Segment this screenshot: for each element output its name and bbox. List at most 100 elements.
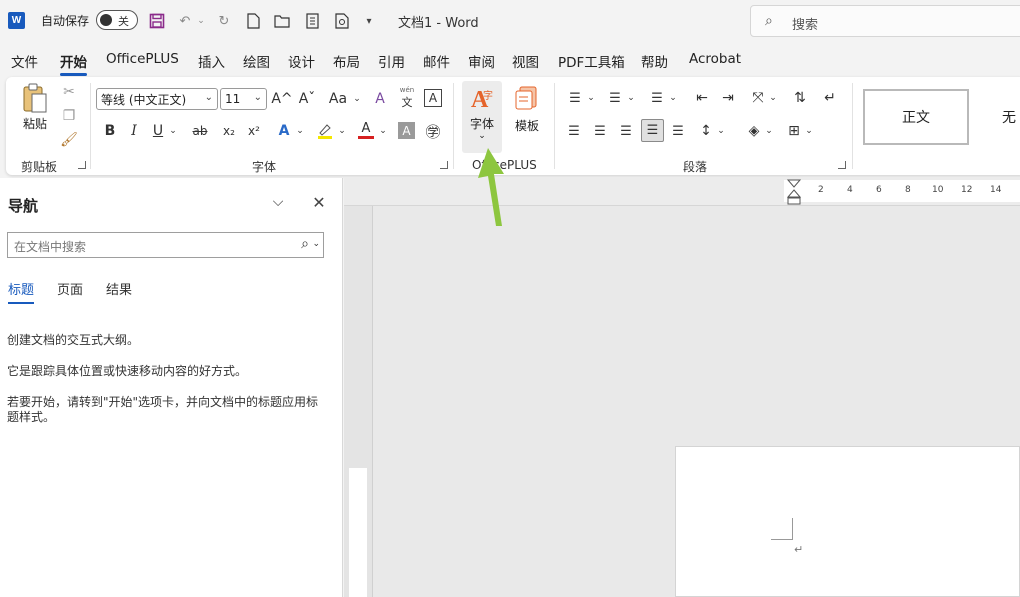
clear-formatting-icon[interactable]: A <box>370 89 390 109</box>
chevron-down-icon[interactable]: ⌄ <box>352 89 362 109</box>
search-icon[interactable]: ⌕ <box>301 236 309 252</box>
strikethrough-button[interactable]: ab <box>190 121 210 141</box>
cut-icon[interactable]: ✂ <box>60 83 78 101</box>
tab-design[interactable]: 设计 <box>288 51 315 71</box>
chevron-down-icon[interactable]: ⌄ <box>312 239 320 249</box>
chevron-down-icon[interactable]: ⌄ <box>768 88 778 108</box>
chevron-down-icon[interactable]: ⌄ <box>764 121 774 141</box>
borders-icon[interactable]: ⊞ <box>784 121 804 141</box>
format-painter-icon[interactable]: 🖌 <box>60 131 78 149</box>
ruler-tick: 2 <box>818 185 824 195</box>
clipboard-launcher-icon[interactable] <box>78 161 86 169</box>
align-right-icon[interactable]: ☰ <box>616 121 636 141</box>
tab-references[interactable]: 引用 <box>378 51 405 71</box>
shrink-font-icon[interactable]: Aˇ <box>297 89 317 109</box>
increase-indent-icon[interactable]: ⇥ <box>718 88 738 108</box>
indent-marker-icon[interactable] <box>787 179 801 205</box>
show-marks-icon[interactable]: ↵ <box>820 88 840 108</box>
chevron-down-icon[interactable]: ⌄ <box>378 121 388 141</box>
chevron-down-icon[interactable]: ⌄ <box>626 88 636 108</box>
close-icon[interactable]: ✕ <box>309 192 329 212</box>
text-effects-icon[interactable]: A <box>274 121 294 141</box>
highlight-color-icon[interactable] <box>315 121 335 141</box>
horizontal-ruler[interactable]: 2 4 6 8 10 12 14 <box>784 180 1020 202</box>
tab-pdf-tools[interactable]: PDF工具箱 <box>558 51 625 71</box>
open-folder-icon[interactable] <box>272 11 292 31</box>
nav-tab-results[interactable]: 结果 <box>106 279 132 298</box>
tab-help[interactable]: 帮助 <box>641 51 668 71</box>
tab-view[interactable]: 视图 <box>512 51 539 71</box>
decrease-indent-icon[interactable]: ⇤ <box>692 88 712 108</box>
chevron-down-icon[interactable]: ⌄ <box>716 121 726 141</box>
paste-button[interactable]: 粘贴 <box>18 83 52 132</box>
align-center-icon[interactable]: ☰ <box>590 121 610 141</box>
character-shading-icon[interactable]: A <box>398 122 415 139</box>
copy-icon[interactable]: ❐ <box>60 107 78 125</box>
font-launcher-icon[interactable] <box>440 161 448 169</box>
vertical-ruler[interactable] <box>344 206 373 597</box>
chinese-layout-icon[interactable]: ⤧ <box>748 88 768 108</box>
chevron-down-icon[interactable]: ⌵ <box>268 192 288 212</box>
bullets-icon[interactable]: ☰ <box>564 88 586 108</box>
paragraph-launcher-icon[interactable] <box>838 161 846 169</box>
document-page[interactable]: ↵ <box>675 446 1020 597</box>
group-separator <box>852 83 853 169</box>
new-document-icon[interactable] <box>244 11 262 31</box>
distributed-icon[interactable]: ☰ <box>668 121 688 141</box>
justify-icon[interactable]: ☰ <box>641 119 664 142</box>
font-name-select[interactable]: 等线 (中文正文) ⌄ <box>96 88 218 110</box>
print-preview-icon[interactable] <box>332 11 352 31</box>
font-color-icon[interactable]: A <box>356 119 376 141</box>
chevron-down-icon[interactable]: ⌄ <box>804 121 814 141</box>
nav-tab-pages[interactable]: 页面 <box>57 279 83 298</box>
tab-layout[interactable]: 布局 <box>333 51 360 71</box>
document-area[interactable]: 2 4 6 8 10 12 14 ↵ <box>344 178 1020 597</box>
group-separator <box>554 83 555 169</box>
sort-icon[interactable]: ⇅ <box>790 88 810 108</box>
underline-button[interactable]: U <box>150 121 166 141</box>
italic-button[interactable]: I <box>126 121 142 141</box>
tab-acrobat[interactable]: Acrobat <box>689 51 741 67</box>
shading-icon[interactable]: ◈ <box>744 121 764 141</box>
chevron-down-icon[interactable]: ⌄ <box>168 121 178 141</box>
nav-tab-headings[interactable]: 标题 <box>8 279 35 304</box>
font-size-select[interactable]: 11 ⌄ <box>220 88 267 110</box>
chevron-down-icon[interactable]: ⌄ <box>295 121 305 141</box>
style-normal[interactable]: 正文 <box>863 89 969 145</box>
style-no-spacing[interactable]: 无 <box>974 89 1020 145</box>
phonetic-guide-icon[interactable]: wén 文 <box>397 86 417 110</box>
chevron-down-icon[interactable]: ⌄ <box>668 88 678 108</box>
autosave-toggle[interactable]: 关 <box>96 10 138 30</box>
officeplus-template-button[interactable]: 模板 <box>508 85 546 134</box>
margin-corner-mark <box>771 518 793 540</box>
tab-insert[interactable]: 插入 <box>198 51 225 71</box>
tab-review[interactable]: 审阅 <box>468 51 495 71</box>
grow-font-icon[interactable]: A^ <box>271 89 292 109</box>
tab-file[interactable]: 文件 <box>11 51 38 71</box>
search-box[interactable]: ⌕ 搜索 <box>750 5 1020 37</box>
multilevel-list-icon[interactable]: ☰ <box>646 88 668 108</box>
redo-icon[interactable]: ↻ <box>214 11 234 31</box>
form-icon[interactable] <box>302 11 322 31</box>
chevron-down-icon[interactable]: ⌄ <box>586 88 596 108</box>
undo-icon[interactable]: ↶ <box>176 11 194 31</box>
bold-button[interactable]: B <box>102 121 118 141</box>
undo-dropdown-icon[interactable]: ⌄ <box>196 11 206 31</box>
nav-search-input[interactable]: 在文档中搜索 ⌕ ⌄ <box>7 232 324 258</box>
enclose-characters-icon[interactable]: ㊫ <box>423 121 443 141</box>
chevron-down-icon[interactable]: ⌄ <box>337 121 347 141</box>
tab-mailings[interactable]: 邮件 <box>423 51 450 71</box>
superscript-button[interactable]: x² <box>244 121 264 141</box>
officeplus-template-label: 模板 <box>514 119 539 133</box>
numbering-icon[interactable]: ☰ <box>604 88 626 108</box>
change-case-icon[interactable]: Aa <box>326 89 350 109</box>
subscript-button[interactable]: x₂ <box>219 121 239 141</box>
customize-toolbar-icon[interactable]: ▾ <box>362 11 376 31</box>
tab-home[interactable]: 开始 <box>60 51 87 76</box>
tab-officeplus[interactable]: OfficePLUS <box>106 51 179 67</box>
tab-draw[interactable]: 绘图 <box>243 51 270 71</box>
character-border-icon[interactable]: A <box>424 89 442 107</box>
save-icon[interactable] <box>147 11 167 31</box>
align-left-icon[interactable]: ☰ <box>564 121 584 141</box>
line-spacing-icon[interactable]: ↕ <box>696 121 716 141</box>
